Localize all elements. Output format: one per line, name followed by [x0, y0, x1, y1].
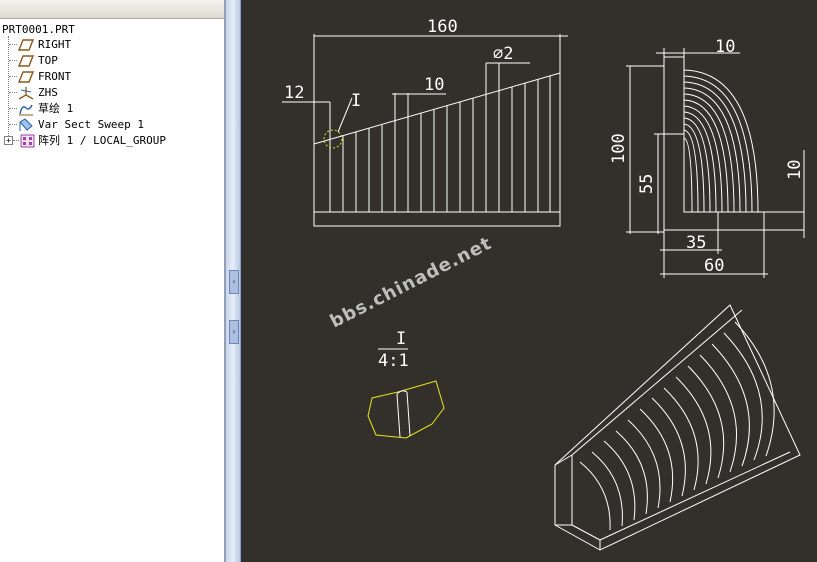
- tree-item-label: 阵列 1 / LOCAL_GROUP: [38, 134, 166, 147]
- dim-rib-spacing: 10: [424, 75, 444, 95]
- dim-35: 35: [686, 233, 706, 253]
- datum-plane-icon: [18, 39, 34, 51]
- tree-item-label: Var Sect Sweep 1: [38, 118, 144, 131]
- collapse-panel-button[interactable]: ‹: [229, 270, 239, 294]
- panel-splitter[interactable]: ‹ ›: [225, 0, 241, 562]
- sweep-icon: [19, 118, 33, 131]
- tree-item-label: TOP: [38, 54, 58, 67]
- front-view: [282, 34, 568, 227]
- expand-toggle[interactable]: +: [4, 136, 13, 145]
- tree-connector: [9, 124, 17, 125]
- engineering-drawing: 160 10 ∅2 12 I 10 100 55 10 35 60 I 4:1 …: [282, 17, 805, 551]
- tree-connector: [13, 140, 19, 141]
- dim-100: 100: [609, 133, 629, 164]
- coordinate-system-icon: [18, 87, 34, 100]
- tree-root-label: PRT0001.PRT: [2, 23, 75, 36]
- tree-item-label: FRONT: [38, 70, 72, 83]
- dim-side-thickness: 10: [785, 160, 805, 180]
- model-tree-panel: PRT0001.PRT RIGHT TOP FRONT ZHS 草绘 1 Var…: [0, 0, 225, 562]
- tree-connector: [9, 76, 17, 77]
- datum-plane-icon: [18, 71, 34, 83]
- model-tree-toolbar: [0, 0, 224, 19]
- datum-plane-icon: [18, 55, 34, 67]
- drawing-canvas[interactable]: 160 10 ∅2 12 I 10 100 55 10 35 60 I 4:1 …: [241, 0, 817, 562]
- tree-item-label: 草绘 1: [38, 102, 74, 115]
- detail-view-scale: 4:1: [378, 351, 409, 371]
- front-view-ribs: [329, 76, 551, 212]
- detail-view: [367, 380, 445, 439]
- dim-top-thickness: 10: [715, 37, 735, 57]
- watermark: bbs.chinade.net: [327, 233, 496, 333]
- detail-callout-label: I: [351, 91, 361, 111]
- sketch-icon: [19, 104, 33, 116]
- dim-60: 60: [704, 256, 724, 276]
- dim-55: 55: [637, 174, 657, 194]
- pattern-icon: [20, 134, 35, 148]
- detail-view-label: I: [396, 329, 406, 349]
- front-view-base: [313, 211, 561, 227]
- tree-item-label: RIGHT: [38, 38, 72, 51]
- dim-12: 12: [284, 83, 304, 103]
- expand-panel-button[interactable]: ›: [229, 320, 239, 344]
- tree-connector: [9, 44, 17, 45]
- dim-160: 160: [427, 17, 458, 37]
- tree-connector: [9, 108, 17, 109]
- tree-item-label: ZHS: [38, 86, 58, 99]
- dim-rod-diameter: ∅2: [493, 44, 513, 64]
- tree-connector: [9, 60, 17, 61]
- side-view: [626, 48, 805, 278]
- tree-connector: [9, 92, 17, 93]
- isometric-view: [554, 304, 801, 551]
